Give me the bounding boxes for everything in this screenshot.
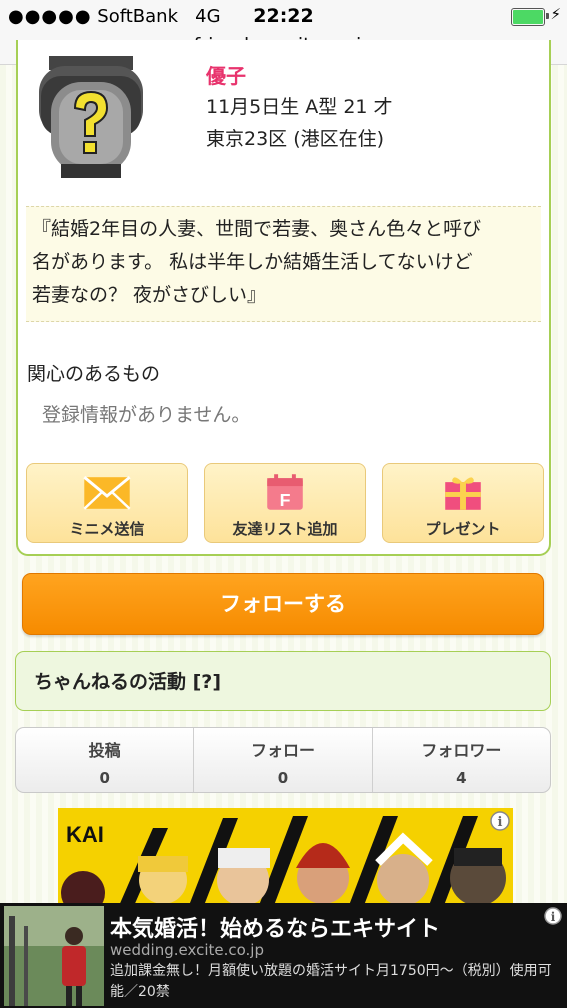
stat-posts[interactable]: 投稿 0: [16, 728, 195, 792]
envelope-icon: [83, 476, 131, 510]
clock: 22:22: [253, 5, 314, 27]
stat-followers[interactable]: フォロワー 4: [373, 728, 550, 792]
stat-label: フォロワー: [421, 741, 502, 760]
quote-line: 名があります。 私は半年しか結婚生活してないけど: [32, 251, 473, 273]
interests-empty-message: 登録情報がありません。: [42, 404, 251, 426]
channel-activity-header[interactable]: ちゃんねるの活動 [?]: [15, 651, 551, 711]
stat-label: 投稿: [88, 741, 121, 760]
svg-text:F: F: [280, 490, 291, 510]
present-button[interactable]: プレゼント: [382, 463, 544, 543]
battery-icon: [511, 8, 545, 26]
svg-text:i: i: [551, 910, 556, 924]
svg-text:i: i: [498, 815, 503, 830]
stat-label: フォロー: [250, 741, 315, 760]
profile-location: 東京23区 (港区在住): [206, 128, 385, 150]
send-mini-mail-button[interactable]: ミニメ送信: [26, 463, 188, 543]
bottom-ad[interactable]: 本気婚活！始めるならエキサイト wedding.excite.co.jp 追加課…: [0, 903, 567, 1008]
add-friend-list-label: 友達リスト追加: [232, 520, 338, 538]
profile-quote: 『結婚2年目の人妻、世間で若妻、奥さん色々と呼び 名があります。 私は半年しか結…: [26, 206, 541, 322]
bottom-ad-domain: wedding.excite.co.jp: [110, 941, 264, 959]
quote-line: 若妻なの？ 夜がさびしい』: [32, 284, 267, 306]
quote-line: 『結婚2年目の人妻、世間で若妻、奥さん色々と呼び: [32, 218, 482, 240]
profile-birth-blood-age: 11月5日生 A型 21 才: [206, 96, 393, 118]
add-friend-list-button[interactable]: F 友達リスト追加: [204, 463, 366, 543]
kai-logo: KAI: [66, 822, 104, 847]
calendar-friend-icon: F: [267, 474, 303, 510]
stat-value: 4: [456, 769, 467, 787]
send-mini-mail-label: ミニメ送信: [69, 520, 145, 538]
present-label: プレゼント: [425, 520, 501, 538]
follow-button[interactable]: フォローする: [22, 573, 544, 635]
battery-tip: [546, 13, 549, 19]
channel-stats: 投稿 0 フォロー 0 フォロワー 4: [15, 727, 551, 793]
stat-value: 0: [99, 769, 110, 787]
ad-info-icon[interactable]: i: [489, 810, 511, 832]
ad-info-icon[interactable]: i: [543, 906, 563, 926]
question-avatar-icon: [39, 56, 143, 178]
stat-following[interactable]: フォロー 0: [194, 728, 373, 792]
ad-banner-illustration: KAI: [58, 808, 513, 908]
stat-value: 0: [277, 769, 289, 787]
interests-label: 関心のあるもの: [27, 363, 161, 385]
bottom-ad-title[interactable]: 本気婚活！始めるならエキサイト: [110, 911, 440, 943]
profile-name: 優子: [206, 64, 246, 88]
ad-thumbnail-image: [4, 906, 104, 1006]
charging-bolt-icon: ⚡: [550, 5, 561, 23]
ad-banner[interactable]: KAI i: [58, 808, 513, 908]
profile-card: 優子 11月5日生 A型 21 才 東京23区 (港区在住) 『結婚2年目の人妻…: [16, 40, 551, 556]
gift-icon: [445, 477, 481, 510]
bottom-ad-description: 追加課金無し！月額使い放題の婚活サイト月1750円〜（税別）使用可能／20禁: [110, 963, 552, 1000]
